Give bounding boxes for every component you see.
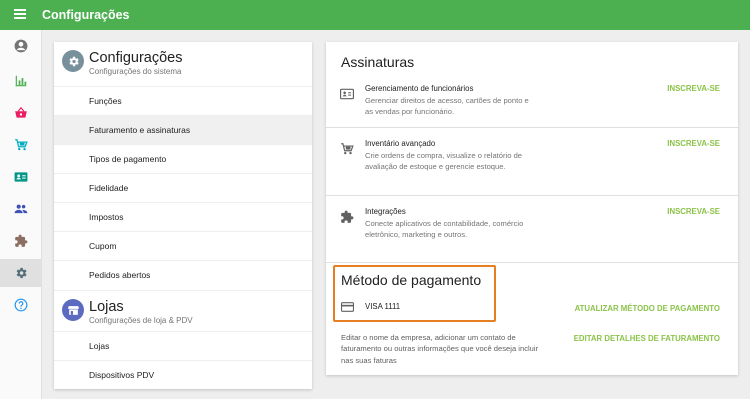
- stores-section-header: Lojas Configurações de loja & PDV: [54, 290, 312, 331]
- menu-item-impostos[interactable]: Impostos: [54, 202, 312, 231]
- account-icon[interactable]: [0, 32, 41, 60]
- help-icon[interactable]: [0, 291, 41, 319]
- menu-item-lojas[interactable]: Lojas: [54, 331, 312, 360]
- id-card-icon: [340, 88, 354, 100]
- subscriptions-title: Assinaturas: [341, 54, 415, 70]
- top-app-bar: Configurações: [0, 0, 750, 30]
- subscription-description: Conecte aplicativos de contabilidade, co…: [365, 219, 524, 240]
- settings-section-header: Configurações Configurações do sistema: [54, 42, 312, 82]
- divider: [326, 195, 738, 196]
- cart-icon[interactable]: [0, 131, 41, 159]
- edit-billing-details-button[interactable]: EDITAR DETALHES DE FATURAMENTO: [574, 334, 720, 343]
- app-title: Configurações: [42, 8, 130, 22]
- divider: [326, 127, 738, 128]
- menu-item-fidelidade[interactable]: Fidelidade: [54, 173, 312, 202]
- menu-item-funcoes[interactable]: Funções: [54, 86, 312, 115]
- subscription-description: Gerenciar direitos de acesso, cartões de…: [365, 96, 529, 117]
- menu-item-cupom[interactable]: Cupom: [54, 231, 312, 260]
- subscription-description: Crie ordens de compra, visualize o relat…: [365, 151, 523, 172]
- stores-section-title: Lojas: [89, 299, 124, 315]
- subscribe-button[interactable]: INSCREVA-SE: [667, 84, 720, 93]
- menu-item-pedidos-abertos[interactable]: Pedidos abertos: [54, 260, 312, 289]
- basket-icon[interactable]: [0, 99, 41, 127]
- subscription-title: Integrações: [365, 207, 406, 216]
- store-icon: [62, 299, 84, 321]
- settings-section-subtitle: Configurações do sistema: [89, 67, 182, 76]
- subscribe-button[interactable]: INSCREVA-SE: [667, 207, 720, 216]
- subscription-title: Gerenciamento de funcionários: [365, 84, 474, 93]
- bar-chart-icon[interactable]: [0, 67, 41, 95]
- left-nav-rail: [0, 30, 42, 399]
- hamburger-menu-icon[interactable]: [14, 9, 26, 21]
- settings-section-title: Configurações: [89, 50, 183, 66]
- menu-item-dispositivos-pdv[interactable]: Dispositivos PDV: [54, 360, 312, 389]
- settings-menu-card: Configurações Configurações do sistema F…: [54, 42, 312, 389]
- billing-card: Assinaturas Gerenciamento de funcionário…: [326, 42, 738, 375]
- gear-icon[interactable]: [0, 259, 41, 287]
- subscribe-button[interactable]: INSCREVA-SE: [667, 139, 720, 148]
- update-payment-method-button[interactable]: ATUALIZAR MÉTODO DE PAGAMENTO: [575, 304, 720, 313]
- gear-icon: [62, 50, 84, 72]
- people-icon[interactable]: [0, 195, 41, 223]
- highlight-box: [333, 265, 496, 322]
- id-card-icon[interactable]: [0, 163, 41, 191]
- menu-item-tipos-pagamento[interactable]: Tipos de pagamento: [54, 144, 312, 173]
- stores-section-subtitle: Configurações de loja & PDV: [89, 316, 193, 325]
- menu-item-faturamento[interactable]: Faturamento e assinaturas: [54, 115, 312, 144]
- subscription-title: Inventário avançado: [365, 139, 436, 148]
- puzzle-icon[interactable]: [0, 227, 41, 255]
- cart-icon: [341, 143, 354, 155]
- puzzle-icon: [341, 210, 354, 223]
- billing-description: Editar o nome da empresa, adicionar um c…: [341, 333, 539, 365]
- divider: [326, 262, 738, 263]
